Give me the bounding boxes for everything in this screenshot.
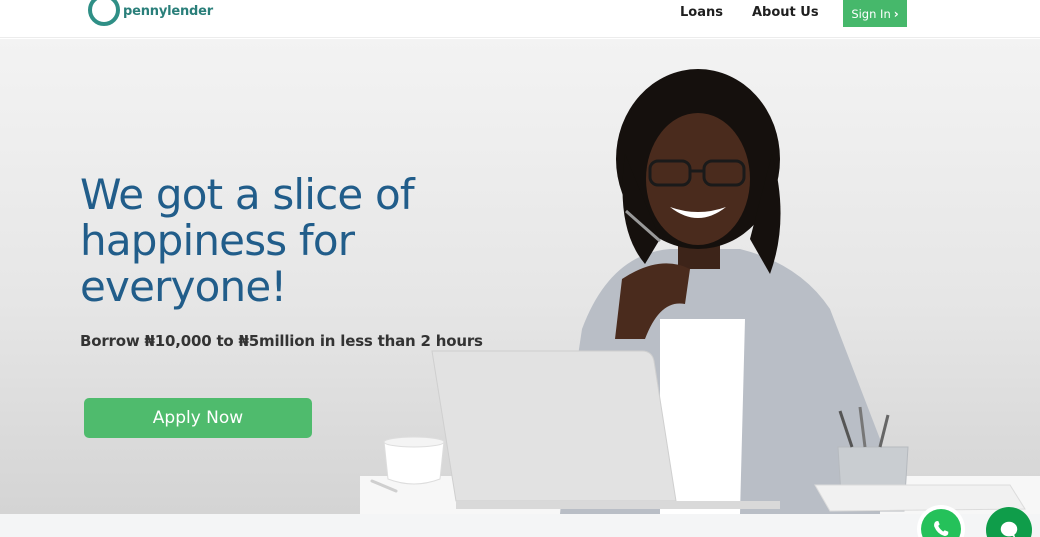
sign-in-button[interactable]: Sign In ›: [843, 0, 907, 27]
hero-section: We got a slice of happiness for everyone…: [0, 39, 1040, 514]
hero-title: We got a slice of happiness for everyone…: [80, 170, 415, 311]
apply-now-button[interactable]: Apply Now: [84, 398, 312, 438]
chat-bubble-icon: [1000, 521, 1018, 537]
sign-in-label: Sign In: [851, 6, 891, 21]
whatsapp-icon: [921, 509, 961, 537]
chevron-right-icon: ›: [893, 6, 899, 21]
logo[interactable]: pennylender: [88, 0, 213, 26]
section-divider-band: [0, 514, 1040, 537]
nav-link-loans[interactable]: Loans: [680, 5, 723, 20]
site-header: pennylender Loans About Us Sign In ›: [0, 0, 1040, 38]
nav-link-about-us[interactable]: About Us: [752, 5, 819, 20]
coffee-cup-icon: [383, 436, 445, 485]
logo-text: pennylender: [123, 3, 213, 19]
hero-subtitle: Borrow ₦10,000 to ₦5million in less than…: [80, 332, 483, 350]
face: [646, 113, 750, 245]
logo-ring-icon: [88, 0, 120, 26]
